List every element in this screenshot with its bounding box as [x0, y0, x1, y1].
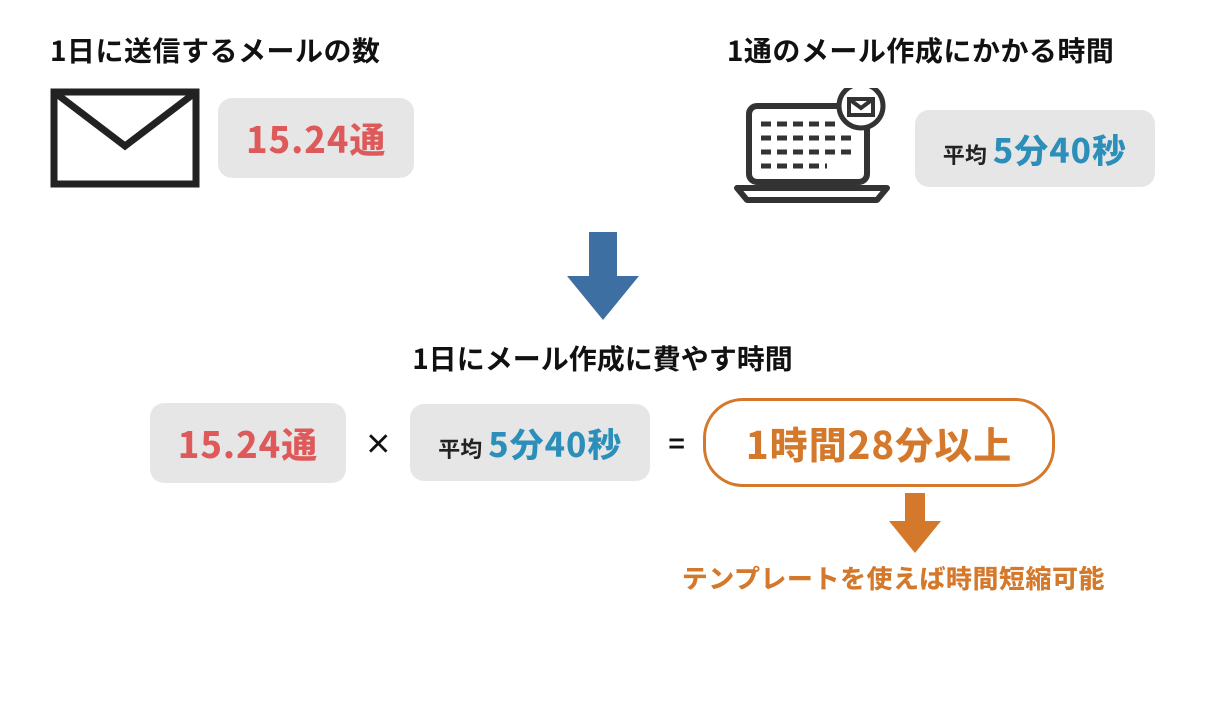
- email-time-pair: 平均 5分40秒: [727, 88, 1155, 208]
- equation-count-value: 15.24通: [178, 417, 318, 469]
- avg-prefix: 平均: [943, 138, 987, 170]
- avg-time-value: 5分40秒: [993, 124, 1127, 173]
- arrow-down-container: [40, 232, 1165, 322]
- email-count-pair: 15.24通: [50, 88, 414, 188]
- result-pill: 1時間28分以上: [703, 398, 1055, 487]
- equation-count-pill: 15.24通: [150, 403, 346, 483]
- equation-time-pill: 平均 5分40秒: [410, 404, 650, 481]
- equation-avg-value: 5分40秒: [488, 418, 622, 467]
- email-count-block: 1日に送信するメールの数 15.24通: [50, 30, 414, 188]
- email-time-block: 1通のメール作成にかかる時間: [727, 30, 1155, 208]
- top-row: 1日に送信するメールの数 15.24通 1通のメール作成にかかる時間: [40, 30, 1165, 208]
- email-time-heading: 1通のメール作成にかかる時間: [727, 30, 1155, 70]
- arrow-down-orange-container: [725, 493, 1105, 555]
- arrow-down-icon: [563, 232, 643, 322]
- email-time-pill: 平均 5分40秒: [915, 110, 1155, 187]
- laptop-mail-icon: [727, 88, 897, 208]
- result-value: 1時間28分以上: [746, 415, 1012, 470]
- equals-operator: =: [668, 423, 685, 463]
- multiply-operator: ×: [364, 423, 392, 463]
- conclusion-caption: テンプレートを使えば時間短縮可能: [682, 559, 1105, 596]
- envelope-icon: [50, 88, 200, 188]
- email-count-heading: 1日に送信するメールの数: [50, 30, 414, 70]
- arrow-down-orange-icon: [887, 493, 943, 555]
- email-count-pill: 15.24通: [218, 98, 414, 178]
- email-count-value: 15.24通: [246, 112, 386, 164]
- equation-avg-prefix: 平均: [438, 432, 482, 464]
- equation-row: 15.24通 × 平均 5分40秒 = 1時間28分以上: [40, 398, 1165, 487]
- total-time-heading: 1日にメール作成に費やす時間: [40, 338, 1165, 378]
- conclusion-block: テンプレートを使えば時間短縮可能: [40, 493, 1165, 596]
